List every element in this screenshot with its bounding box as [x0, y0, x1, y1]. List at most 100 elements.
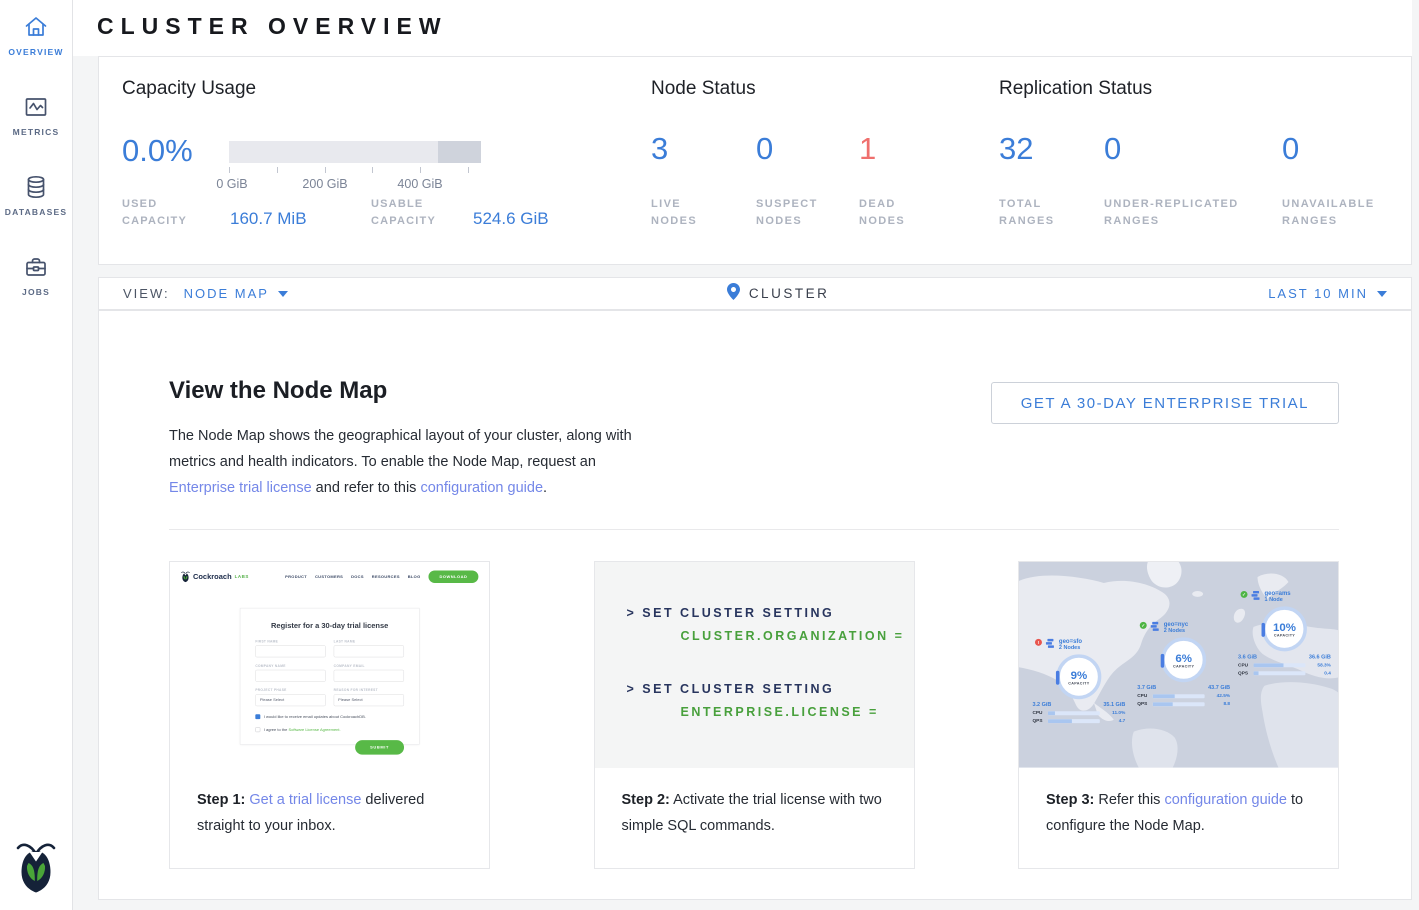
view-bar: VIEW: NODE MAP CLUSTER LAST 10 MIN [98, 277, 1412, 310]
step-2-caption: Step 2: Activate the trial license with … [595, 768, 914, 839]
dead-nodes-count: 1 [859, 131, 876, 167]
cockroach-labs-logo [15, 839, 57, 898]
sidebar-item-jobs[interactable]: JOBS [0, 240, 72, 320]
step-1-caption: Step 1: Get a trial license delivered st… [170, 768, 489, 839]
map-node-nyc: ✓ geo=nyc2 Nodes 6%CAPACITY 3.7 GiB43.7 … [1133, 621, 1235, 707]
used-capacity-label: USED CAPACITY [122, 196, 208, 230]
node-map-heading: View the Node Map [169, 377, 387, 405]
description-text: The Node Map shows the geographical layo… [169, 428, 632, 470]
map-pin-icon [727, 283, 740, 305]
mini-checkbox-checked [255, 714, 260, 719]
page-title: CLUSTER OVERVIEW [97, 13, 448, 40]
mini-trial-form: Register for a 30-day trial license FIRS… [240, 608, 420, 745]
sidebar-item-metrics[interactable]: METRICS [0, 80, 72, 160]
under-replicated-label: UNDER-REPLICATED RANGES [1104, 196, 1269, 230]
mini-download-button: DOWNLOAD [428, 570, 478, 582]
live-nodes-label: LIVE NODES [651, 196, 731, 230]
capacity-bar [229, 141, 481, 163]
mini-site-navbar: Cockroach LABS PRODUCT CUSTOMERS DOCS RE… [170, 562, 489, 591]
mini-site-nav-links: PRODUCT CUSTOMERS DOCS RESOURCES BLOG DO… [285, 570, 478, 582]
description-text: and refer to this [312, 480, 421, 496]
status-alert-icon: ! [1035, 639, 1042, 646]
axis-tick [372, 167, 373, 173]
axis-tick [468, 167, 469, 173]
node-map-card: View the Node Map The Node Map shows the… [98, 310, 1412, 900]
line-chart-icon [23, 94, 49, 120]
enterprise-trial-license-link[interactable]: Enterprise trial license [169, 480, 312, 496]
get-trial-license-link[interactable]: Get a trial license [249, 792, 361, 808]
steps-row: Cockroach LABS PRODUCT CUSTOMERS DOCS RE… [169, 561, 1339, 869]
map-node-sfo: ! geo=sfo2 Nodes 9%CAPACITY 3.2 GiB35.1 … [1028, 638, 1130, 724]
step-2-card: > SET CLUSTER SETTING CLUSTER.ORGANIZATI… [594, 561, 915, 869]
sidebar-item-label: OVERVIEW [8, 47, 63, 57]
cluster-summary-card: Capacity Usage 0.0% 0 GiB 200 GiB 400 Gi… [98, 56, 1412, 265]
axis-tick [277, 167, 278, 173]
axis-label: 0 GiB [216, 177, 247, 191]
step-3-card: ! geo=sfo2 Nodes 9%CAPACITY 3.2 GiB35.1 … [1018, 561, 1339, 869]
map-node-ams: ✓ geo=ams1 Node 10%CAPACITY 3.6 GiB36.6 … [1234, 590, 1336, 676]
time-range-selector[interactable]: LAST 10 MIN [1268, 286, 1387, 301]
live-nodes-count: 3 [651, 131, 668, 167]
under-replicated-count: 0 [1104, 131, 1121, 167]
status-ok-icon: ✓ [1140, 622, 1147, 629]
suspect-nodes-count: 0 [756, 131, 773, 167]
page-header: CLUSTER OVERVIEW [73, 0, 1412, 56]
mini-select: Please Select [255, 694, 325, 706]
mini-input [334, 645, 404, 657]
step-3-caption: Step 3: Refer this configuration guide t… [1019, 768, 1338, 839]
home-icon [23, 14, 49, 40]
mini-submit-button: SUBMIT [355, 740, 404, 754]
total-ranges-count: 32 [999, 131, 1033, 167]
capacity-usage-title: Capacity Usage [122, 78, 256, 100]
dead-nodes-label: DEAD NODES [859, 196, 939, 230]
sidebar-item-label: DATABASES [5, 207, 67, 217]
sidebar-item-label: METRICS [13, 127, 60, 137]
node-status-title: Node Status [651, 78, 756, 100]
axis-tick [229, 167, 230, 173]
capacity-used-percent: 0.0% [122, 133, 193, 169]
axis-tick [325, 167, 326, 173]
total-ranges-label: TOTAL RANGES [999, 196, 1079, 230]
axis-tick [420, 167, 421, 173]
unavailable-ranges-count: 0 [1282, 131, 1299, 167]
sql-code-snippet: > SET CLUSTER SETTING CLUSTER.ORGANIZATI… [595, 562, 914, 768]
sidebar-item-overview[interactable]: OVERVIEW [0, 0, 72, 80]
configuration-guide-link[interactable]: configuration guide [420, 480, 543, 496]
capacity-bar-reserved-segment [438, 141, 481, 163]
step-1-card: Cockroach LABS PRODUCT CUSTOMERS DOCS RE… [169, 561, 490, 869]
sidebar-item-databases[interactable]: DATABASES [0, 160, 72, 240]
view-label: VIEW: [123, 286, 170, 301]
database-icon [23, 174, 49, 200]
mini-checkbox-empty [255, 727, 260, 732]
configuration-guide-link[interactable]: configuration guide [1164, 792, 1287, 808]
chevron-down-icon [1377, 291, 1387, 297]
axis-label: 200 GiB [302, 177, 347, 191]
mini-input [255, 670, 325, 682]
mini-cockroach-logo: Cockroach LABS [181, 570, 249, 582]
used-capacity-value: 160.7 MiB [230, 209, 307, 229]
view-selector[interactable]: VIEW: NODE MAP [123, 286, 288, 301]
unavailable-ranges-label: UNAVAILABLE RANGES [1282, 196, 1402, 230]
status-ok-icon: ✓ [1241, 591, 1248, 598]
view-value[interactable]: NODE MAP [184, 286, 269, 301]
replication-status-title: Replication Status [999, 78, 1152, 100]
usable-capacity-value: 524.6 GiB [473, 209, 549, 229]
divider [169, 529, 1339, 530]
breadcrumb: CLUSTER [727, 283, 830, 305]
enterprise-trial-button[interactable]: GET A 30-DAY ENTERPRISE TRIAL [991, 382, 1339, 424]
sidebar: OVERVIEW METRICS DATABASES [0, 0, 73, 910]
mini-input [334, 670, 404, 682]
mini-select: Please Select [334, 694, 404, 706]
axis-label: 400 GiB [397, 177, 442, 191]
mini-input [255, 645, 325, 657]
chevron-down-icon [278, 291, 288, 297]
node-map-preview-image: ! geo=sfo2 Nodes 9%CAPACITY 3.2 GiB35.1 … [1019, 562, 1338, 768]
description-text: . [543, 480, 547, 496]
trial-signup-screenshot: Cockroach LABS PRODUCT CUSTOMERS DOCS RE… [170, 562, 489, 768]
time-range-value[interactable]: LAST 10 MIN [1268, 286, 1368, 301]
sidebar-item-label: JOBS [22, 287, 50, 297]
suspect-nodes-label: SUSPECT NODES [756, 196, 836, 230]
breadcrumb-cluster: CLUSTER [749, 286, 830, 301]
node-map-description: The Node Map shows the geographical layo… [169, 423, 637, 501]
usable-capacity-label: USABLE CAPACITY [371, 196, 457, 230]
